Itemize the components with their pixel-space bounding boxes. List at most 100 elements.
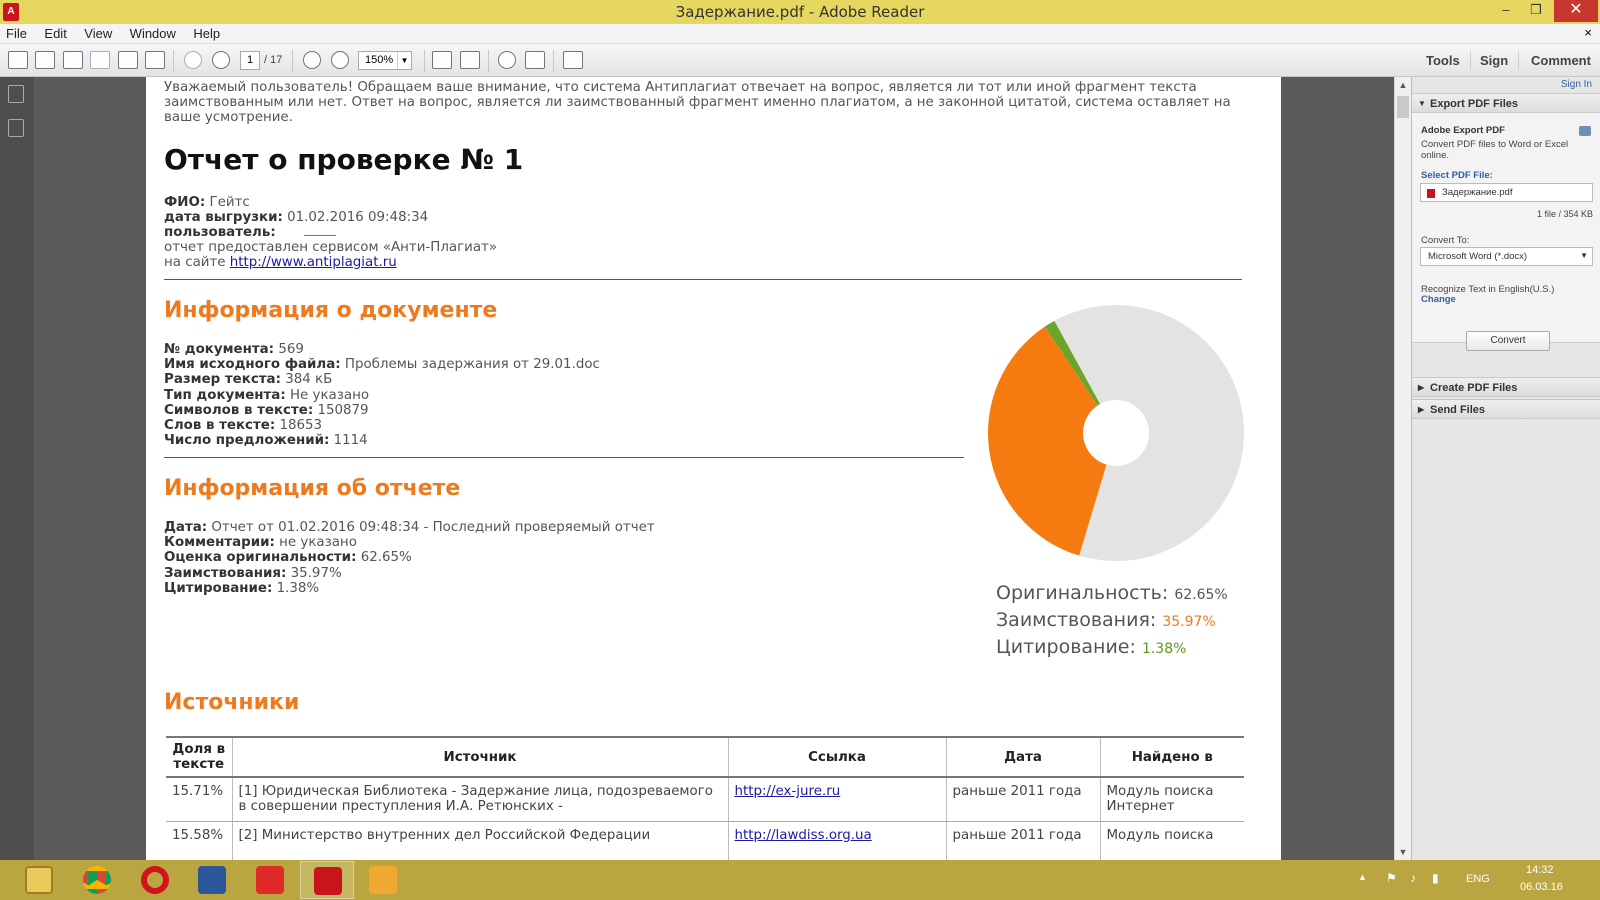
flag-icon[interactable]: ⚑ [1386,871,1397,885]
table-row: 15.71% [1] Юридическая Библиотека - Заде… [166,777,1244,822]
system-tray: ▲ ⚑ ♪ ▮ ENG 14:32 06.03.16 [1350,860,1600,900]
export-pdf-section-header[interactable]: ▼ Export PDF Files [1412,93,1600,113]
clock-time[interactable]: 14:32 [1526,864,1554,876]
info-label: Заимствования: [164,565,287,581]
taskbar-app-acrobat[interactable] [300,861,354,899]
info-row: Цитирование: 1.38% [164,581,655,596]
vertical-scrollbar[interactable]: ▲ ▼ [1394,77,1411,860]
zoom-value: 150% [365,54,394,66]
document-info-heading: Информация о документе [164,298,498,323]
page-number-input[interactable]: 1 [240,51,260,70]
taskbar-app-word[interactable] [185,861,239,899]
info-value: 62.65% [360,550,412,566]
convert-format-select[interactable]: Microsoft Word (*.docx) ▼ [1420,247,1593,266]
page-thumbnails-icon[interactable] [8,85,24,103]
taskbar-app-chrome[interactable] [70,861,124,899]
convert-button[interactable]: Convert [1466,331,1550,351]
taskbar-app-outlook[interactable] [356,861,410,899]
zoom-select[interactable]: 150% ▼ [358,51,412,70]
fit-page-icon[interactable] [432,51,452,69]
print-icon[interactable] [118,51,138,69]
export-description: Convert PDF files to Word or Excel onlin… [1421,139,1569,161]
taskbar-app-opera[interactable] [128,861,182,899]
toolbar-separator [424,50,425,72]
previous-page-icon[interactable] [184,51,202,69]
source-link[interactable]: http://lawdiss.org.ua [735,828,872,843]
pdf-file-icon [1427,189,1435,198]
report-title: Отчет о проверке № 1 [164,143,524,176]
menu-view[interactable]: View [78,24,119,41]
change-link[interactable]: Change [1421,294,1456,305]
taskbar-app-explorer[interactable] [12,861,66,899]
info-value: 569 [278,342,304,357]
scroll-down-icon[interactable]: ▼ [1395,844,1411,860]
fit-width-icon[interactable] [460,51,480,69]
open-icon[interactable] [8,51,28,69]
cell-share: 15.71% [166,777,232,822]
full-screen-icon[interactable] [563,51,583,69]
info-row: Число предложений: 1114 [164,433,600,448]
minimize-button[interactable]: – [1492,0,1520,22]
selected-file-field[interactable]: Задержание.pdf [1420,183,1593,202]
triangle-right-icon: ▶ [1418,405,1425,414]
meta-row: пользователь: [164,225,336,240]
legend-label: Цитирование: [996,636,1136,658]
input-language[interactable]: ENG [1466,873,1490,885]
save-icon[interactable] [90,51,110,69]
sign-button[interactable]: Sign [1480,53,1508,68]
close-document-button[interactable]: × [1584,25,1592,40]
zoom-in-icon[interactable] [331,51,349,69]
send-files-section-header[interactable]: ▶ Send Files [1412,399,1600,419]
zoom-out-icon[interactable] [303,51,321,69]
file-info: 1 file / 354 KB [1536,209,1593,219]
antiplagiat-site-link[interactable]: http://www.antiplagiat.ru [230,255,397,270]
menu-window[interactable]: Window [124,24,183,41]
tools-button[interactable]: Tools [1426,53,1460,68]
attachments-paperclip-icon[interactable] [8,119,24,137]
triangle-down-icon: ▼ [1418,99,1426,108]
document-info-list: № документа: 569 Имя исходного файла: Пр… [164,342,600,448]
create-pdf-section-header[interactable]: ▶ Create PDF Files [1412,377,1600,397]
chevron-down-icon[interactable]: ▼ [397,52,411,69]
meta-row: дата выгрузки: 01.02.2016 09:48:34 [164,210,428,225]
speaker-icon[interactable]: ♪ [1410,871,1416,885]
menu-bar: File Edit View Window Help × [0,24,1600,44]
document-view[interactable]: Уважаемый пользователь! Обращаем ваше вн… [34,77,1394,860]
app-red-icon [256,866,284,894]
meta-value: Гейтс [209,195,250,210]
pdf-page: Уважаемый пользователь! Обращаем ваше вн… [146,77,1281,860]
comment-button[interactable]: Comment [1531,53,1591,68]
export-title: Adobe Export PDF [1421,125,1505,136]
legend-value: 1.38% [1141,641,1187,657]
info-label: Цитирование: [164,580,273,596]
convert-to-label: Convert To: [1421,235,1470,246]
meta-label: ФИО: [164,195,206,210]
navigation-pane [0,77,34,860]
create-pdf-icon[interactable] [35,51,55,69]
cell-source: [2] Министерство внутренних дел Российск… [231,821,728,860]
menu-edit[interactable]: Edit [38,24,73,41]
maximize-button[interactable]: ❐ [1522,0,1550,22]
cell-source: [1] Юридическая Библиотека - Задержание … [231,777,728,822]
info-row: Символов в тексте: 150879 [164,403,600,418]
menu-help[interactable]: Help [187,24,227,41]
show-hidden-icons-icon[interactable]: ▲ [1358,872,1367,882]
network-icon[interactable]: ▮ [1432,871,1439,885]
comment-bubble-icon[interactable] [498,51,516,69]
clock-date[interactable]: 06.03.16 [1520,881,1563,893]
source-link[interactable]: http://ex-jure.ru [735,784,841,799]
next-page-icon[interactable] [212,51,230,69]
toolbar-separator [1518,52,1519,70]
info-label: Дата: [164,520,208,535]
send-files-heading: Send Files [1430,404,1486,416]
close-button[interactable]: ✕ [1554,0,1598,22]
edit-icon[interactable] [63,51,83,69]
scrollbar-thumb[interactable] [1397,96,1409,118]
column-header: Источник [231,736,728,778]
highlight-icon[interactable] [525,51,545,69]
email-icon[interactable] [145,51,165,69]
taskbar-app-red[interactable] [243,861,297,899]
scroll-up-icon[interactable]: ▲ [1395,77,1411,93]
menu-file[interactable]: File [0,24,34,41]
sign-in-link[interactable]: Sign In [1561,79,1592,90]
